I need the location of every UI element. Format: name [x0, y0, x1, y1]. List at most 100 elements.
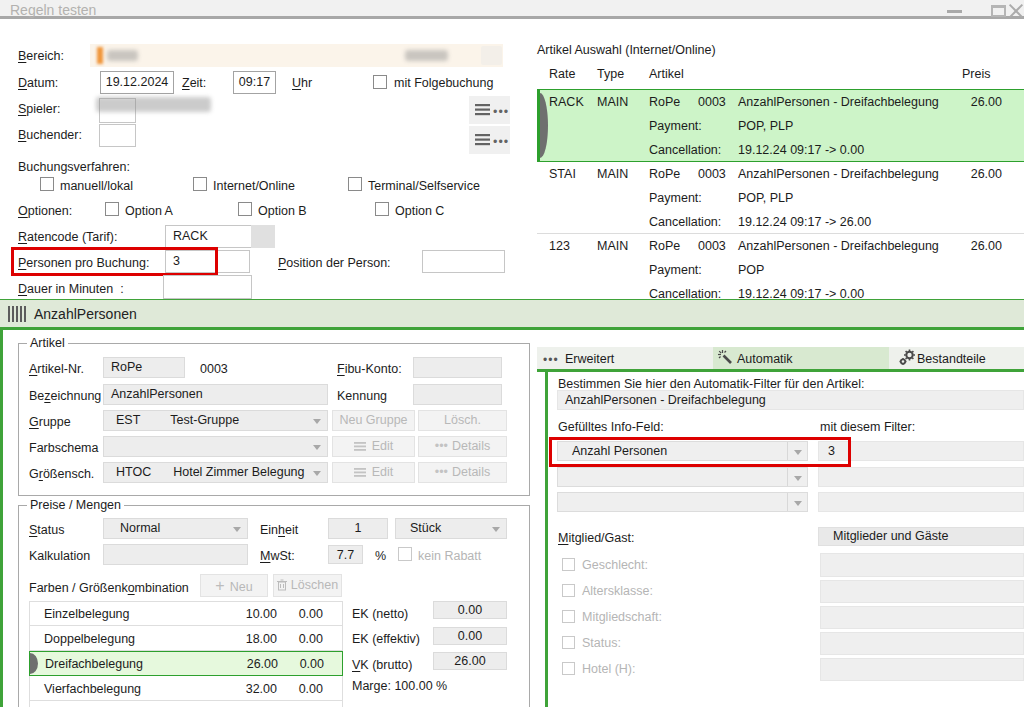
- kombination-label: Farben / Größenkombination: [29, 580, 189, 596]
- buchender-input[interactable]: [99, 124, 136, 147]
- mitglied-dropdown[interactable]: Mitglieder und Gäste: [818, 527, 1024, 546]
- manuell-lokal-checkbox[interactable]: [40, 177, 54, 191]
- vk-brutto-input[interactable]: 26.00: [433, 652, 507, 670]
- list-row-doppel[interactable]: Doppelbelegung 18.00 0.00: [29, 626, 343, 651]
- cell-payment: POP, PLP: [738, 118, 793, 134]
- col-preis: Preis: [962, 66, 990, 82]
- dropdown-button[interactable]: [787, 468, 807, 486]
- groessensch-dropdown[interactable]: HTOCHotel Zimmer Belegung: [103, 462, 328, 483]
- row-name: Vierfachbelegung: [44, 681, 141, 697]
- einheit-dropdown-arrow: [492, 527, 500, 532]
- status-dropdown[interactable]: Normal: [103, 518, 248, 539]
- info-feld-dropdown-2[interactable]: [557, 467, 808, 487]
- spieler-menu-icon[interactable]: [475, 104, 490, 116]
- info-feld-dropdown-3[interactable]: [557, 492, 808, 512]
- cell-payment: POP: [738, 262, 764, 278]
- filter-input-3[interactable]: [818, 492, 1024, 512]
- gears-icon: [899, 349, 916, 366]
- bezeichnung-input[interactable]: AnzahlPersonen: [103, 384, 328, 405]
- list-row-vierfach[interactable]: Vierfachbelegung 32.00 0.00: [29, 676, 343, 701]
- ratencode-label: Ratencode (Tarif):: [18, 229, 117, 245]
- farbschema-dropdown[interactable]: [103, 436, 328, 457]
- details-label: Details: [452, 439, 490, 453]
- altersklasse-input[interactable]: [820, 580, 1024, 603]
- fibu-label: Fibu-Konto:: [337, 361, 402, 377]
- neu-gruppe-button[interactable]: Neu Gruppe: [332, 410, 415, 431]
- tab-automatik[interactable]: Automatik: [713, 347, 889, 369]
- geschlecht-input[interactable]: [820, 553, 1024, 577]
- maximize-icon[interactable]: [991, 5, 1006, 17]
- zeit-input[interactable]: 09:17: [233, 71, 276, 94]
- bezeichnung-label: Bezeichnung: [29, 388, 101, 404]
- fibu-input[interactable]: [413, 357, 502, 378]
- artikel-nr-label: Artikel-Nr.: [29, 361, 84, 377]
- tab-underline: [537, 369, 1024, 372]
- status-checkbox[interactable]: [562, 636, 575, 649]
- altersklasse-checkbox[interactable]: [562, 584, 575, 597]
- groessensch-edit-button[interactable]: Edit: [332, 462, 415, 483]
- artikel-nr-input[interactable]: RoPe: [103, 357, 185, 378]
- internet-online-checkbox[interactable]: [193, 177, 207, 191]
- list-row-einzel[interactable]: Einzelbelegung 10.00 0.00: [29, 601, 343, 626]
- hotel-checkbox[interactable]: [562, 662, 575, 675]
- bereich-dropdown-button[interactable]: [481, 46, 502, 65]
- terminal-selfservice-label: Terminal/Selfservice: [368, 178, 480, 194]
- option-c-label: Option C: [395, 203, 444, 219]
- position-input[interactable]: [422, 250, 505, 273]
- kennung-input[interactable]: [413, 384, 502, 405]
- list-row-dreifach[interactable]: Dreifachbelegung 26.00 0.00: [29, 651, 343, 676]
- kein-rabatt-checkbox[interactable]: [398, 547, 412, 561]
- col-type: Type: [597, 66, 624, 82]
- mitgliedschaft-checkbox[interactable]: [562, 610, 575, 623]
- einheit-input[interactable]: 1: [328, 518, 388, 539]
- spieler-more-icon[interactable]: •••: [493, 107, 509, 117]
- kalkulation-input[interactable]: [103, 544, 248, 565]
- tab-bestandteile[interactable]: Bestandteile: [889, 347, 1024, 369]
- status-dropdown-arrow: [233, 527, 241, 532]
- preise-legend: Preise / Mengen: [27, 498, 124, 512]
- loesch-button[interactable]: Lösch.: [418, 410, 507, 431]
- dropdown-button[interactable]: [787, 493, 807, 511]
- tab-panel-left-border: [545, 372, 548, 707]
- dauer-input[interactable]: [163, 275, 252, 299]
- option-c-checkbox[interactable]: [375, 202, 389, 216]
- cell-artikel: AnzahlPersonen - Dreifachbelegung: [738, 94, 939, 110]
- buchender-more-icon[interactable]: •••: [493, 137, 509, 147]
- cell-preis: 26.00: [922, 238, 1002, 254]
- section-grip-icon[interactable]: [8, 306, 28, 322]
- artikel-nr-suffix: 0003: [200, 361, 228, 377]
- ratencode-picker-button[interactable]: [251, 225, 275, 248]
- mitgliedschaft-input[interactable]: [820, 606, 1024, 629]
- cancellation-label: Cancellation:: [649, 214, 721, 230]
- info-feld-label: Gefülltes Info-Feld:: [558, 419, 664, 435]
- ek-effektiv-input[interactable]: 0.00: [433, 627, 507, 645]
- filter-col-label: mit diesem Filter:: [820, 419, 915, 435]
- filter-input-2[interactable]: [818, 467, 1024, 487]
- gruppe-dropdown[interactable]: ESTTest-Gruppe: [103, 410, 328, 431]
- minimize-icon[interactable]: [947, 10, 962, 13]
- ek-netto-input[interactable]: 0.00: [433, 601, 507, 619]
- groessensch-details-button[interactable]: •••Details: [418, 462, 507, 483]
- row-name: Einzelbelegung: [44, 606, 130, 622]
- ratencode-input[interactable]: RACK: [165, 225, 252, 248]
- hotel-input[interactable]: [820, 658, 1024, 681]
- loeschen-button[interactable]: Löschen: [273, 574, 342, 597]
- tab-erweitert[interactable]: ••• Erweitert: [537, 347, 713, 369]
- geschlecht-checkbox[interactable]: [562, 558, 575, 571]
- mwst-input[interactable]: 7.7: [328, 545, 363, 564]
- option-b-checkbox[interactable]: [238, 202, 252, 216]
- geschlecht-label: Geschlecht:: [582, 557, 648, 573]
- datum-input[interactable]: 19.12.2024: [100, 71, 174, 94]
- close-icon[interactable]: [1009, 3, 1023, 17]
- folgebuchung-checkbox[interactable]: [373, 75, 387, 89]
- neu-button[interactable]: +Neu: [200, 574, 268, 597]
- list-selection-thumb: [30, 653, 38, 674]
- automatik-filter-value[interactable]: AnzahlPersonen - Dreifachbelegung: [557, 390, 1024, 410]
- farbschema-details-button[interactable]: •••Details: [418, 436, 507, 457]
- buchender-menu-icon[interactable]: [475, 134, 490, 146]
- status-filter-input[interactable]: [820, 632, 1024, 655]
- farbschema-edit-button[interactable]: Edit: [332, 436, 415, 457]
- einheit-unit-dropdown[interactable]: Stück: [395, 518, 507, 539]
- terminal-selfservice-checkbox[interactable]: [348, 177, 362, 191]
- option-a-checkbox[interactable]: [105, 202, 119, 216]
